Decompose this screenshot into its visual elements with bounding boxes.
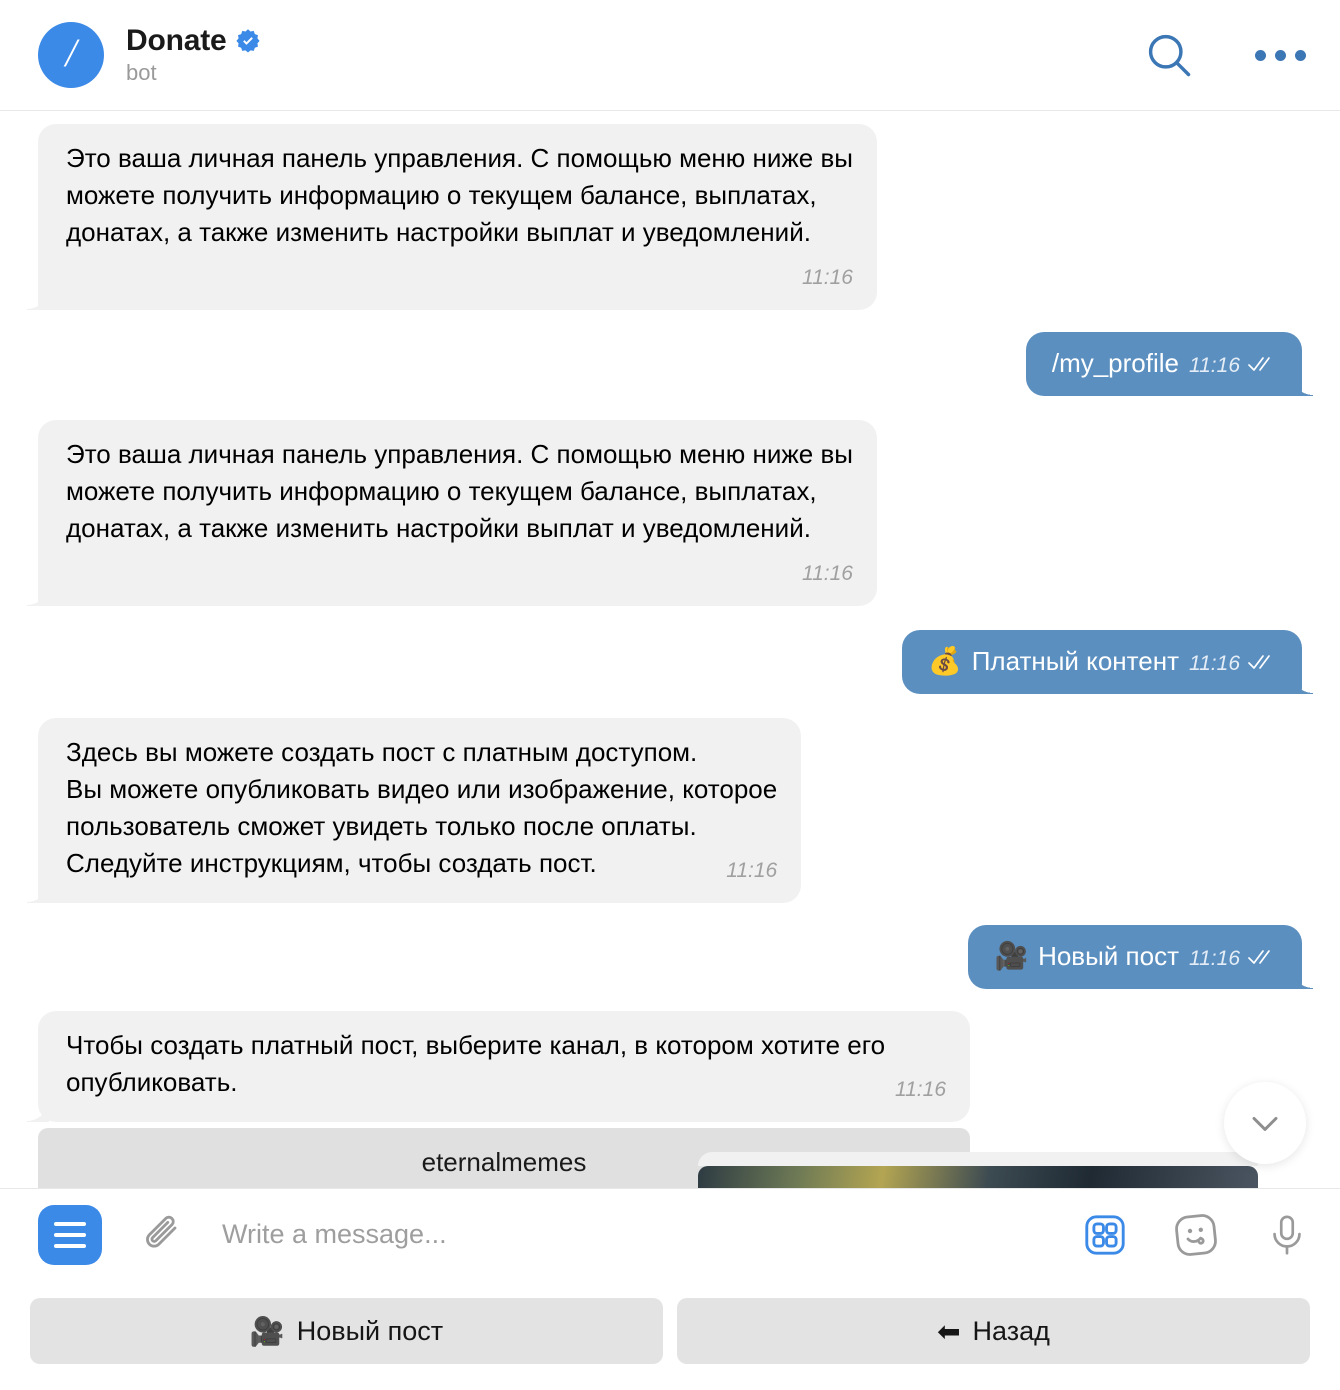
reply-keyboard-button-new-post[interactable]: 🎥 Новый пост	[30, 1298, 663, 1364]
microphone-icon[interactable]	[1264, 1212, 1310, 1258]
search-input[interactable]	[222, 1219, 1058, 1250]
reply-keyboard-button-label: Назад	[972, 1315, 1050, 1346]
message-timestamp: 11:16	[1189, 354, 1240, 377]
message-row: /my_profile 11:16	[38, 332, 1314, 396]
message-line: можете получить информацию о текущем бал…	[66, 180, 817, 210]
message-text: /my_profile	[1051, 348, 1179, 378]
bot-menu-icon[interactable]	[38, 1204, 102, 1265]
search-icon[interactable]	[1143, 29, 1195, 81]
reply-keyboard-button-back[interactable]: ⬅ Назад	[677, 1298, 1310, 1364]
message-line: Следуйте инструкциям, чтобы создать пост…	[66, 848, 597, 878]
more-options-icon[interactable]	[1255, 49, 1306, 61]
message-text: Это ваша личная панель управления. С пом…	[66, 436, 853, 547]
message-text: Это ваша личная панель управления. С пом…	[66, 140, 853, 251]
money-bag-emoji-icon: 💰	[928, 646, 962, 677]
avatar[interactable]: /	[38, 22, 104, 88]
message-line: донатах, а также изменить настройки выпл…	[66, 217, 811, 247]
message-text: Здесь вы можете создать пост с платным д…	[66, 734, 777, 882]
message-line: пользователь сможет увидеть только после…	[66, 811, 697, 841]
message-row: Это ваша личная панель управления. С пом…	[27, 124, 1302, 310]
input-actions	[1082, 1211, 1310, 1259]
bot-commands-keyboard-icon[interactable]	[1082, 1212, 1128, 1258]
message-timestamp: 11:16	[801, 562, 853, 585]
message-timestamp: 11:16	[1189, 652, 1240, 675]
paperclip-icon[interactable]	[138, 1211, 186, 1259]
message-text: Платный контент	[971, 646, 1179, 676]
read-receipt-icon	[1248, 950, 1270, 964]
outgoing-message-bubble[interactable]: /my_profile 11:16	[1025, 332, 1314, 396]
message-row: Здесь вы можете создать пост с платным д…	[26, 718, 1302, 903]
movie-camera-emoji-icon: 🎥	[994, 941, 1029, 972]
message-text: Новый пост	[1038, 941, 1179, 971]
outgoing-message-bubble[interactable]: 🎥 Новый пост 11:16	[968, 925, 1313, 989]
message-timestamp: 11:16	[726, 859, 778, 882]
avatar-glyph: /	[65, 30, 77, 75]
message-line: Чтобы создать платный пост, выберите кан…	[66, 1030, 886, 1060]
incoming-message-bubble[interactable]: Это ваша личная панель управления. С пом…	[27, 124, 877, 310]
message-row: Это ваша личная панель управления. С пом…	[27, 420, 1302, 606]
sticker-smiley-icon[interactable]	[1172, 1211, 1220, 1259]
chat-title-block[interactable]: Donate bot	[126, 24, 261, 86]
message-line: опубликовать.	[66, 1067, 238, 1097]
message-line: Вы можете опубликовать видео или изображ…	[66, 774, 778, 804]
message-line: Это ваша личная панель управления. С пом…	[66, 143, 853, 173]
page-title: Donate	[126, 24, 227, 57]
incoming-message-bubble[interactable]: Чтобы создать платный пост, выберите кан…	[27, 1011, 970, 1122]
verified-badge-icon	[236, 29, 261, 53]
incoming-message-bubble[interactable]: Это ваша личная панель управления. С пом…	[27, 420, 877, 606]
message-text: Чтобы создать платный пост, выберите кан…	[66, 1027, 946, 1101]
incoming-message-bubble[interactable]: Здесь вы можете создать пост с платным д…	[26, 718, 802, 903]
read-receipt-icon	[1248, 655, 1270, 669]
outgoing-message-bubble[interactable]: 💰 Платный контент 11:16	[902, 630, 1313, 694]
chevron-down-icon	[1252, 1116, 1278, 1131]
header-actions	[1143, 29, 1306, 81]
read-receipt-icon	[1248, 357, 1270, 371]
message-line: можете получить информацию о текущем бал…	[66, 476, 817, 506]
message-timestamp: 11:16	[801, 266, 853, 289]
telegram-chat-window: / Donate bot Это ваша личная панель упра…	[0, 0, 1340, 1390]
chat-subtitle: bot	[126, 60, 157, 85]
movie-camera-emoji-icon: 🎥	[249, 1314, 285, 1348]
message-timestamp: 11:16	[1189, 947, 1240, 970]
media-message-thumbnail[interactable]	[698, 1166, 1258, 1188]
media-message-placeholder	[698, 1152, 1258, 1166]
message-line: Это ваша личная панель управления. С пом…	[66, 439, 853, 469]
reply-keyboard-button-label: Новый пост	[296, 1315, 444, 1346]
back-arrow-emoji-icon: ⬅	[937, 1314, 961, 1348]
message-line: донатах, а также изменить настройки выпл…	[66, 513, 811, 543]
message-timestamp: 11:16	[895, 1078, 946, 1101]
reply-keyboard: 🎥 Новый пост ⬅ Назад	[0, 1280, 1340, 1390]
message-list[interactable]: Это ваша личная панель управления. С пом…	[0, 111, 1340, 1188]
message-line: Здесь вы можете создать пост с платным д…	[66, 737, 698, 767]
chat-header: / Donate bot	[0, 0, 1340, 111]
message-row: 🎥 Новый пост 11:16	[38, 925, 1313, 989]
scroll-to-bottom-button[interactable]	[1224, 1082, 1306, 1164]
message-row: 💰 Платный контент 11:16	[38, 630, 1313, 694]
message-input-bar	[0, 1188, 1340, 1280]
